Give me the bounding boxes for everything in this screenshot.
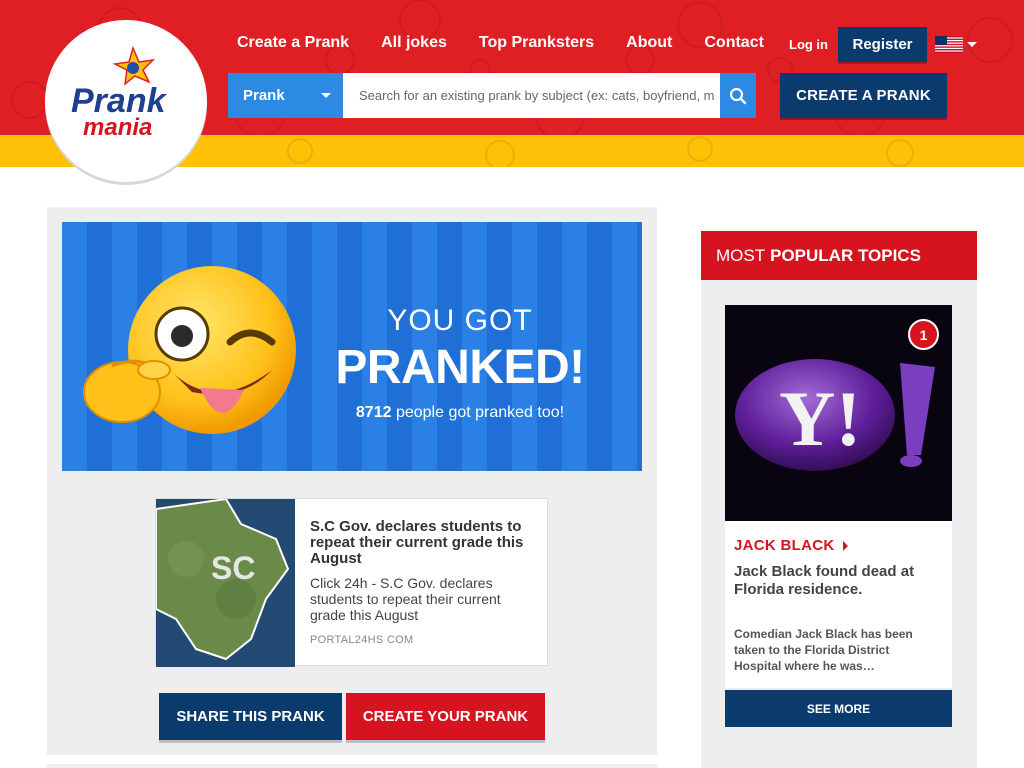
search-category-select[interactable]: Prank bbox=[228, 73, 343, 118]
popular-topics-header-bold: POPULAR TOPICS bbox=[770, 245, 921, 265]
pranked-count-suffix: people got pranked too! bbox=[391, 404, 565, 421]
news-ad-image: SC bbox=[156, 499, 295, 667]
pranked-count: 8712 bbox=[355, 404, 392, 421]
search-button[interactable] bbox=[720, 73, 756, 118]
winking-emoji-icon bbox=[83, 266, 296, 434]
chevron-right-icon bbox=[842, 540, 848, 551]
create-a-prank-button[interactable]: CREATE A PRANK bbox=[780, 73, 947, 118]
site-logo[interactable]: Prank mania bbox=[45, 20, 207, 182]
news-ad-description: Click 24h - S.C Gov. declares students t… bbox=[310, 575, 501, 623]
nav-top-pranksters[interactable]: Top Pranksters bbox=[479, 34, 594, 52]
search-input[interactable] bbox=[343, 73, 720, 118]
pranked-count-text: 8712 people got pranked too! bbox=[320, 404, 600, 422]
topic-description: Comedian Jack Black has been taken to th… bbox=[734, 627, 913, 673]
news-ad-card[interactable]: SC S.C Gov. declares students to repeat … bbox=[155, 498, 548, 667]
chevron-down-icon bbox=[321, 93, 331, 98]
topic-rank-badge: 1 bbox=[908, 319, 939, 350]
topic-card[interactable]: Y! 1 JACK BLACK Jack Black found dead at… bbox=[725, 305, 952, 688]
share-this-prank-button[interactable]: SHARE THIS PRANK bbox=[159, 693, 342, 740]
topic-category-link[interactable]: JACK BLACK bbox=[734, 537, 848, 554]
news-ad-source: PORTAL24HS COM bbox=[310, 634, 414, 646]
banner-line-2: PRANKED! bbox=[335, 341, 585, 394]
banner-line-1: YOU GOT bbox=[387, 304, 533, 337]
login-link[interactable]: Log in bbox=[789, 37, 828, 52]
topic-image-text: Y! bbox=[779, 375, 861, 462]
topic-image: Y! 1 bbox=[725, 305, 952, 521]
south-carolina-map-icon: SC bbox=[156, 499, 295, 667]
popular-topics-header: MOST POPULAR TOPICS bbox=[701, 231, 977, 280]
nav-create-a-prank[interactable]: Create a Prank bbox=[237, 34, 349, 52]
news-ad-title[interactable]: S.C Gov. declares students to repeat the… bbox=[310, 519, 535, 567]
prank-panel-bottom bbox=[47, 764, 657, 768]
nav-about[interactable]: About bbox=[626, 34, 672, 52]
language-caret-icon[interactable] bbox=[967, 42, 977, 47]
prankmania-logo-icon: Prank mania bbox=[71, 45, 168, 141]
news-image-label: SC bbox=[211, 550, 255, 586]
search-bar: Prank bbox=[228, 73, 756, 118]
popular-topics-header-light: MOST bbox=[716, 245, 766, 265]
main-nav: Create a Prank All jokes Top Pranksters … bbox=[237, 34, 796, 52]
topic-category-label: JACK BLACK bbox=[734, 537, 835, 554]
svg-text:mania: mania bbox=[83, 114, 152, 141]
nav-contact[interactable]: Contact bbox=[704, 34, 764, 52]
nav-all-jokes[interactable]: All jokes bbox=[381, 34, 447, 52]
us-flag-icon[interactable] bbox=[935, 36, 963, 53]
topic-title[interactable]: Jack Black found dead at Florida residen… bbox=[734, 563, 939, 599]
create-your-prank-button[interactable]: CREATE YOUR PRANK bbox=[346, 693, 545, 740]
search-category-label: Prank bbox=[243, 87, 285, 104]
register-button[interactable]: Register bbox=[838, 27, 927, 62]
see-more-button[interactable]: SEE MORE bbox=[725, 690, 952, 727]
search-icon bbox=[729, 87, 747, 104]
